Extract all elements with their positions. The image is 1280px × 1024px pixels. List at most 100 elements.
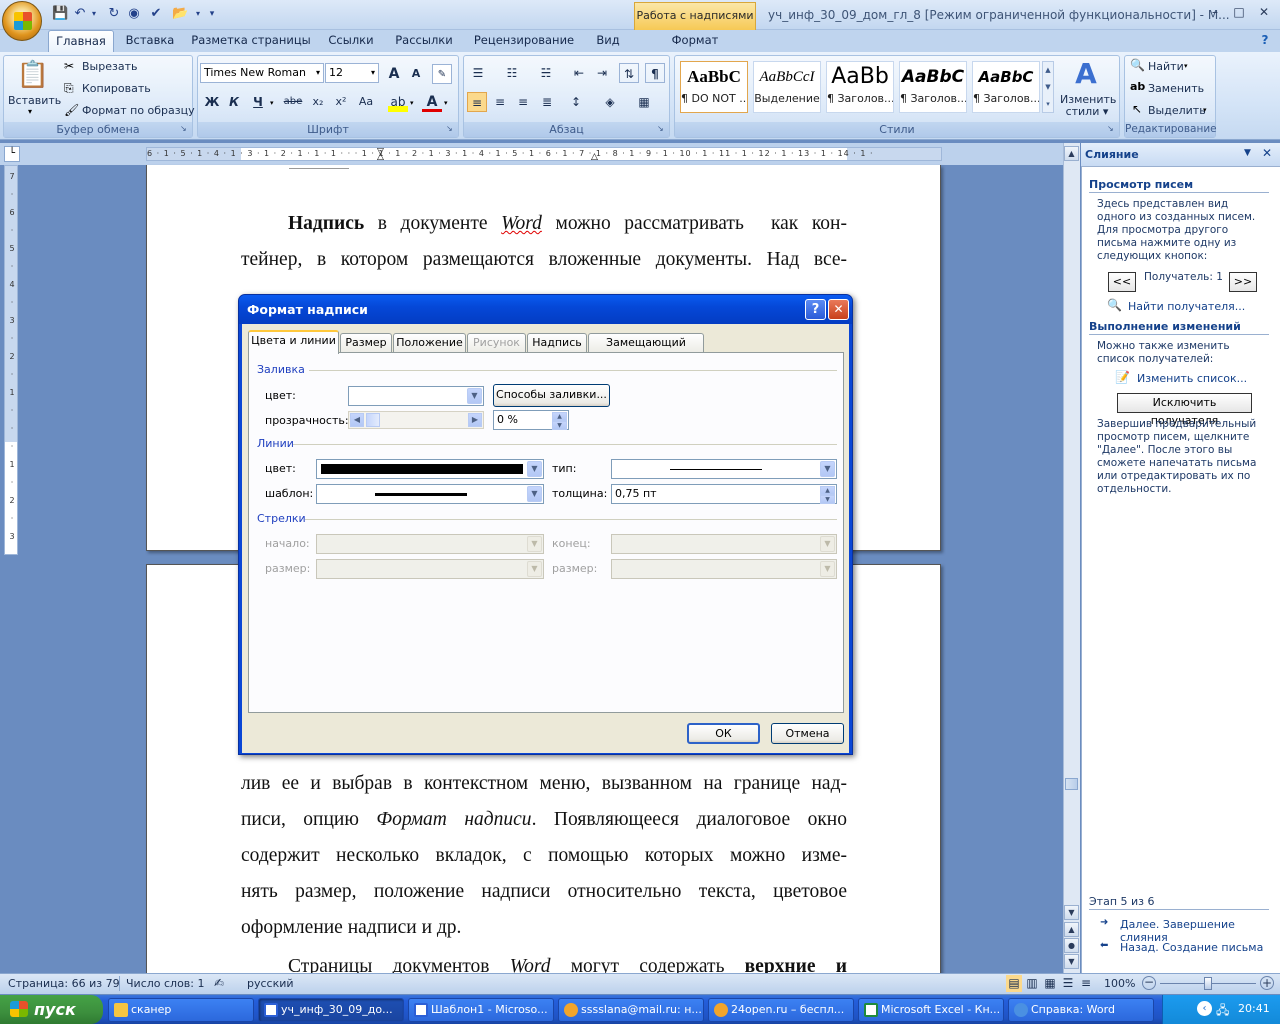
transparency-thumb[interactable] xyxy=(366,413,380,427)
paste-dropdown-icon[interactable]: ▾ xyxy=(28,107,32,116)
change-styles-icon[interactable]: A xyxy=(1066,58,1106,90)
cancel-button[interactable]: Отмена xyxy=(771,723,844,744)
browse-object-icon[interactable]: ● xyxy=(1064,938,1079,953)
horizontal-ruler[interactable]: 6 · 1 · 5 · 1 · 4 · 1 · 3 · 1 · 2 · 1 · … xyxy=(146,147,942,161)
font-size-dropdown-icon[interactable]: ▾ xyxy=(371,64,375,82)
print-layout-icon[interactable]: ▤ xyxy=(1006,975,1022,992)
shading-icon[interactable]: ◈ xyxy=(600,92,620,112)
line-type-dropdown-icon[interactable]: ▼ xyxy=(820,461,835,477)
tab-alt-text[interactable]: Замещающий текст xyxy=(588,333,704,367)
multilevel-list-icon[interactable]: ☵ xyxy=(536,63,556,83)
format-painter-icon[interactable]: 🖌 xyxy=(64,103,79,117)
taskbar-item-3[interactable]: Шаблон1 - Microso... xyxy=(408,998,554,1022)
taskbar-item-4[interactable]: sssslana@mail.ru: н... xyxy=(558,998,704,1022)
italic-button[interactable]: К xyxy=(224,92,244,112)
line-pattern-combo[interactable]: ▼ xyxy=(316,484,544,504)
tab-home[interactable]: Главная xyxy=(48,30,114,52)
ok-button[interactable]: ОК xyxy=(687,723,760,744)
font-color-dropdown-icon[interactable]: ▾ xyxy=(444,99,448,107)
dialog-help-button[interactable]: ? xyxy=(805,299,826,320)
draft-icon[interactable]: ≡ xyxy=(1078,975,1094,992)
cut-button[interactable]: Вырезать xyxy=(82,60,137,73)
style-tile-3[interactable]: AaBb ¶ Заголов... xyxy=(826,61,894,113)
full-screen-icon[interactable]: ▥ xyxy=(1024,975,1040,992)
paste-button[interactable]: Вставить xyxy=(8,94,61,107)
transparency-right-icon[interactable]: ▶ xyxy=(468,413,482,427)
open-folder-icon[interactable]: 📂 xyxy=(172,6,188,22)
bullets-icon[interactable]: ☰ xyxy=(468,63,488,83)
language-indicator[interactable]: русский xyxy=(247,975,294,992)
cut-icon[interactable]: ✂ xyxy=(64,59,74,73)
zoom-in-icon[interactable]: + xyxy=(1260,976,1274,990)
transparency-slider[interactable]: ◀ ▶ xyxy=(348,411,484,429)
sort-icon[interactable]: ⇅ xyxy=(619,63,639,83)
scroll-up-icon[interactable]: ▲ xyxy=(1064,146,1079,161)
close-window-button[interactable]: ✕ xyxy=(1253,4,1275,22)
fill-color-dropdown-icon[interactable]: ▼ xyxy=(467,388,482,404)
help-icon[interactable]: ? xyxy=(1256,32,1274,48)
tab-size[interactable]: Размер xyxy=(340,333,392,353)
line-weight-down-icon[interactable]: ▼ xyxy=(820,495,835,504)
maximize-button[interactable]: □ xyxy=(1228,4,1250,22)
align-right-icon[interactable]: ≡ xyxy=(513,92,533,112)
dialog-close-button[interactable]: ✕ xyxy=(828,299,849,320)
redo-icon[interactable]: ↻ xyxy=(106,6,122,22)
line-color-dropdown-icon[interactable]: ▼ xyxy=(527,461,542,477)
web-layout-icon[interactable]: ▦ xyxy=(1042,975,1058,992)
tab-position[interactable]: Положение xyxy=(393,333,466,353)
tab-insert[interactable]: Вставка xyxy=(118,30,182,52)
copy-button[interactable]: Копировать xyxy=(82,82,151,95)
format-painter-button[interactable]: Формат по образцу xyxy=(82,104,195,117)
underline-dropdown-icon[interactable]: ▾ xyxy=(270,99,274,107)
line-spacing-icon[interactable]: ↕ xyxy=(566,92,586,112)
taskbar-item-6[interactable]: Microsoft Excel - Кн... xyxy=(858,998,1004,1022)
tab-view[interactable]: Вид xyxy=(586,30,630,52)
styles-launcher-icon[interactable]: ↘ xyxy=(1107,124,1114,133)
transparency-left-icon[interactable]: ◀ xyxy=(350,413,364,427)
select-dropdown-icon[interactable]: ▾ xyxy=(1203,106,1207,114)
fill-color-combo[interactable]: ▼ xyxy=(348,386,484,406)
tab-review[interactable]: Рецензирование xyxy=(466,30,582,52)
exclude-recipient-button[interactable]: Исключить получателя xyxy=(1117,393,1252,427)
right-indent-icon[interactable]: △ xyxy=(591,153,598,161)
scroll-thumb[interactable] xyxy=(1065,778,1078,790)
font-name-box[interactable]: Times New Roman ▾ xyxy=(200,63,324,83)
pane-menu-icon[interactable]: ▼ xyxy=(1244,148,1251,158)
styles-scroll-icon[interactable]: ▲ ▼ ▾ xyxy=(1042,61,1054,113)
word-count[interactable]: Число слов: 1 xyxy=(126,975,205,992)
align-center-icon[interactable]: ≡ xyxy=(490,92,510,112)
vertical-ruler[interactable]: 7 · 6 · 5 · 4 · 3 · 2 · 1 · · · 1 · 2 · 3 xyxy=(4,165,18,555)
undo-dropdown-icon[interactable]: ▾ xyxy=(86,6,102,22)
zoom-out-icon[interactable]: − xyxy=(1142,976,1156,990)
ruler-toggle-icon[interactable]: └ xyxy=(4,146,20,162)
font-launcher-icon[interactable]: ↘ xyxy=(446,124,453,133)
taskbar-item-1[interactable]: сканер xyxy=(108,998,254,1022)
line-color-combo[interactable]: ▼ xyxy=(316,459,544,479)
style-tile-4[interactable]: AaBbC ¶ Заголов... xyxy=(899,61,967,113)
line-weight-up-icon[interactable]: ▲ xyxy=(820,486,835,495)
borders-icon[interactable]: ▦ xyxy=(634,92,654,112)
grow-font-icon[interactable]: A xyxy=(384,64,404,84)
font-name-dropdown-icon[interactable]: ▾ xyxy=(316,64,320,82)
highlight-dropdown-icon[interactable]: ▾ xyxy=(410,99,414,107)
strikethrough-button[interactable]: abe xyxy=(283,92,303,112)
justify-icon[interactable]: ≣ xyxy=(537,92,557,112)
proofing-icon[interactable]: ✍ xyxy=(214,975,224,992)
increase-indent-icon[interactable]: ⇥ xyxy=(592,63,612,83)
scroll-down-icon[interactable]: ▼ xyxy=(1064,905,1079,920)
line-type-combo[interactable]: ▼ xyxy=(611,459,837,479)
underline-button[interactable]: Ч xyxy=(248,92,268,112)
superscript-button[interactable]: x² xyxy=(331,92,351,112)
paragraph-launcher-icon[interactable]: ↘ xyxy=(657,124,664,133)
qat-customize-icon[interactable]: ▾ xyxy=(204,6,220,22)
style-tile-1[interactable]: AaBbC ¶ DO NOT ... xyxy=(680,61,748,113)
vertical-scrollbar[interactable] xyxy=(1063,143,1080,973)
minimize-button[interactable]: – xyxy=(1204,4,1226,22)
page-count[interactable]: Страница: 66 из 79 xyxy=(8,975,120,992)
find-recipient-link[interactable]: Найти получателя... xyxy=(1128,300,1245,313)
record-icon[interactable]: ◉ xyxy=(126,6,142,22)
prev-step-link[interactable]: Назад. Создание письма xyxy=(1120,941,1263,954)
pane-close-icon[interactable]: ✕ xyxy=(1262,146,1272,160)
taskbar-item-7[interactable]: Справка: Word xyxy=(1008,998,1154,1022)
taskbar-item-5[interactable]: 24open.ru – беспл... xyxy=(708,998,854,1022)
